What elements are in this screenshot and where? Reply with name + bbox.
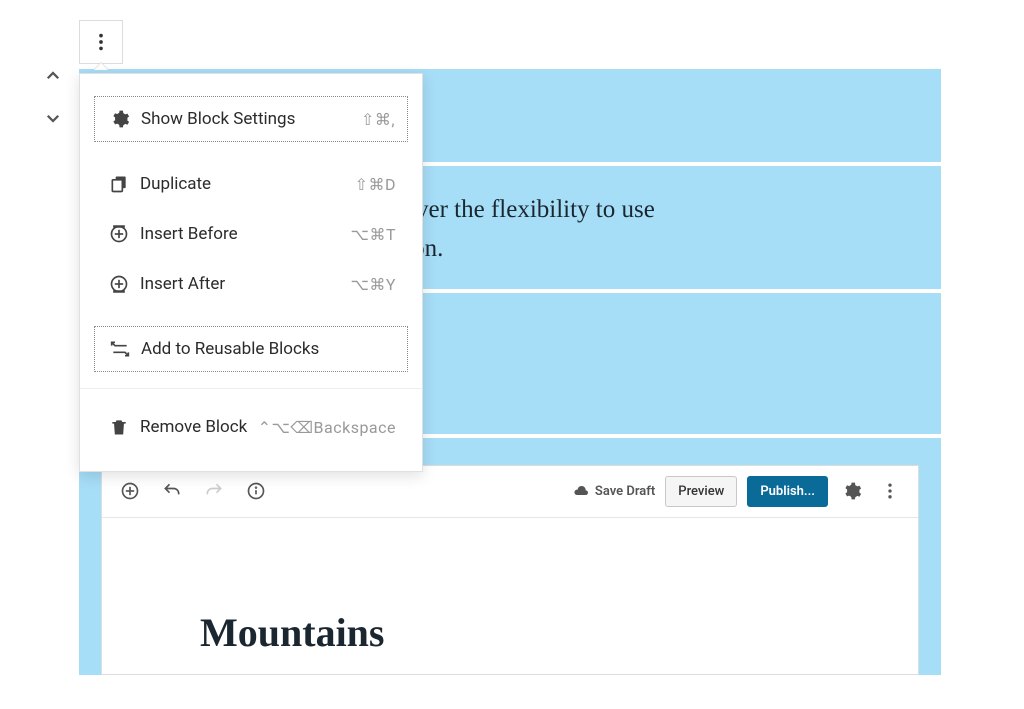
preview-button[interactable]: Preview	[665, 476, 737, 507]
menu-shortcut: ⌃⌥⌫Backspace	[258, 418, 396, 437]
menu-insert-before[interactable]: Insert Before ⌥⌘T	[94, 212, 408, 256]
block-mover	[41, 64, 65, 130]
menu-duplicate[interactable]: Duplicate ⇧⌘D	[94, 162, 408, 206]
gear-icon	[107, 109, 133, 129]
menu-label: Insert Before	[140, 224, 351, 244]
duplicate-icon	[106, 174, 132, 194]
reusable-icon	[107, 339, 133, 359]
menu-label: Insert After	[140, 274, 350, 294]
menu-shortcut: ⌥⌘Y	[350, 275, 396, 294]
preview-body: Mountains	[102, 518, 918, 674]
publish-button[interactable]: Publish...	[747, 476, 828, 507]
menu-show-block-settings[interactable]: Show Block Settings ⇧⌘,	[94, 96, 408, 142]
settings-gear-icon[interactable]	[838, 477, 866, 505]
vertical-dots-icon	[90, 31, 112, 53]
block-options-dropdown: Show Block Settings ⇧⌘, Duplicate ⇧⌘D In…	[79, 73, 423, 472]
menu-add-to-reusable-blocks[interactable]: Add to Reusable Blocks	[94, 326, 408, 372]
redo-icon	[200, 477, 228, 505]
info-icon[interactable]	[242, 477, 270, 505]
trash-icon	[106, 417, 132, 437]
add-block-icon[interactable]	[116, 477, 144, 505]
editor-toolbar: Save Draft Preview Publish...	[102, 466, 918, 518]
save-draft-button[interactable]: Save Draft	[573, 483, 655, 499]
menu-label: Add to Reusable Blocks	[141, 339, 395, 359]
insert-before-icon	[106, 224, 132, 244]
move-down-button[interactable]	[41, 106, 65, 130]
insert-after-icon	[106, 274, 132, 294]
nested-preview-container: Save Draft Preview Publish... Mountains	[79, 443, 941, 675]
undo-icon[interactable]	[158, 477, 186, 505]
menu-label: Duplicate	[140, 174, 355, 194]
menu-shortcut: ⇧⌘,	[361, 110, 395, 129]
menu-divider	[80, 388, 422, 389]
menu-shortcut: ⌥⌘T	[351, 225, 396, 244]
menu-label: Show Block Settings	[141, 109, 361, 129]
move-up-button[interactable]	[41, 64, 65, 88]
save-draft-label: Save Draft	[595, 484, 655, 499]
menu-remove-block[interactable]: Remove Block ⌃⌥⌫Backspace	[94, 405, 408, 449]
cloud-icon	[573, 483, 589, 499]
menu-shortcut: ⇧⌘D	[355, 175, 396, 194]
more-options-icon[interactable]	[876, 477, 904, 505]
document-title[interactable]: Mountains	[200, 609, 385, 656]
menu-label: Remove Block	[140, 417, 258, 437]
block-more-options-button[interactable]	[79, 20, 123, 64]
menu-insert-after[interactable]: Insert After ⌥⌘Y	[94, 262, 408, 306]
editor-preview-panel: Save Draft Preview Publish... Mountains	[101, 465, 919, 675]
